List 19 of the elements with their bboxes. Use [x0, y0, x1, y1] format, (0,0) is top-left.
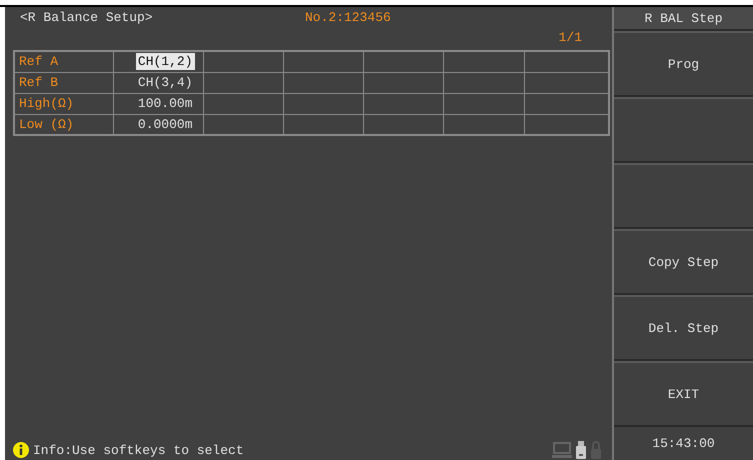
blank-softkey[interactable]	[614, 97, 753, 163]
screen-title: <R Balance Setup>	[20, 10, 154, 24]
file-number: No.2:123456	[305, 10, 391, 24]
softkey-button[interactable]: Del. Step	[614, 295, 753, 361]
info-icon	[13, 442, 29, 458]
softkey-button[interactable]: Copy Step	[614, 229, 753, 295]
parameter-label: Ref B	[14, 72, 113, 93]
computer-icon	[552, 442, 572, 458]
blank-softkey[interactable]	[614, 163, 753, 229]
status-message: Info:Use softkeys to select	[33, 442, 245, 458]
page-number: 1/1	[558, 30, 582, 44]
parameter-label: High(Ω)	[14, 93, 113, 114]
parameter-value[interactable]: CH(1,2)	[136, 53, 194, 70]
softkey-button[interactable]: EXIT	[614, 361, 753, 427]
usb-icon	[576, 441, 586, 459]
menu-title: R BAL Step	[614, 7, 753, 31]
parameter-label: Ref A	[14, 51, 113, 72]
clock-time: 15:43:00	[651, 435, 716, 453]
softkey-button[interactable]: Prog	[614, 31, 753, 97]
